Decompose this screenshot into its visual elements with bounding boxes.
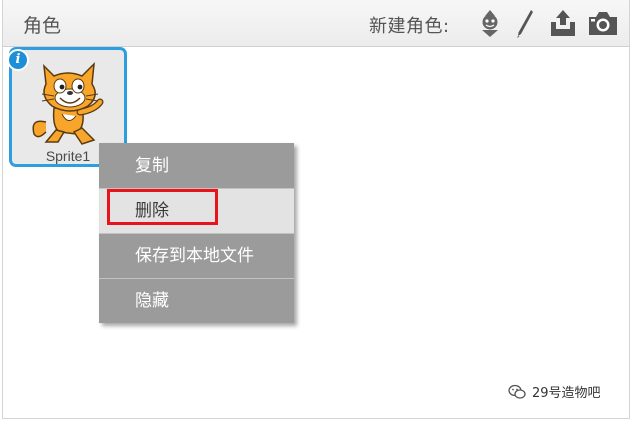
wechat-logo-icon xyxy=(508,384,526,399)
camera-icon[interactable] xyxy=(587,6,619,40)
menu-item-hide[interactable]: 隐藏 xyxy=(99,279,294,323)
sprites-header: 角色 新建角色: xyxy=(3,0,629,47)
menu-item-save-to-local-file[interactable]: 保存到本地文件 xyxy=(99,234,294,278)
upload-icon[interactable] xyxy=(547,6,579,40)
info-icon[interactable]: i xyxy=(7,49,29,71)
cat-sprite-icon xyxy=(32,61,104,145)
menu-item-delete[interactable]: 删除 xyxy=(99,189,294,233)
paint-brush-icon[interactable] xyxy=(509,6,541,40)
sprites-pane: 角色 新建角色: Sprite1 i 复制 删除 保存到本地文件 隐藏 29号造… xyxy=(2,0,630,419)
menu-item-duplicate[interactable]: 复制 xyxy=(99,144,294,188)
new-sprite-label: 新建角色: xyxy=(369,16,450,37)
context-menu: 复制 删除 保存到本地文件 隐藏 xyxy=(99,143,294,323)
watermark-text: 29号造物吧 xyxy=(532,386,601,401)
sprite-library-icon[interactable] xyxy=(474,6,506,40)
watermark: 29号造物吧 xyxy=(508,382,601,401)
pane-title: 角色 xyxy=(23,15,62,37)
